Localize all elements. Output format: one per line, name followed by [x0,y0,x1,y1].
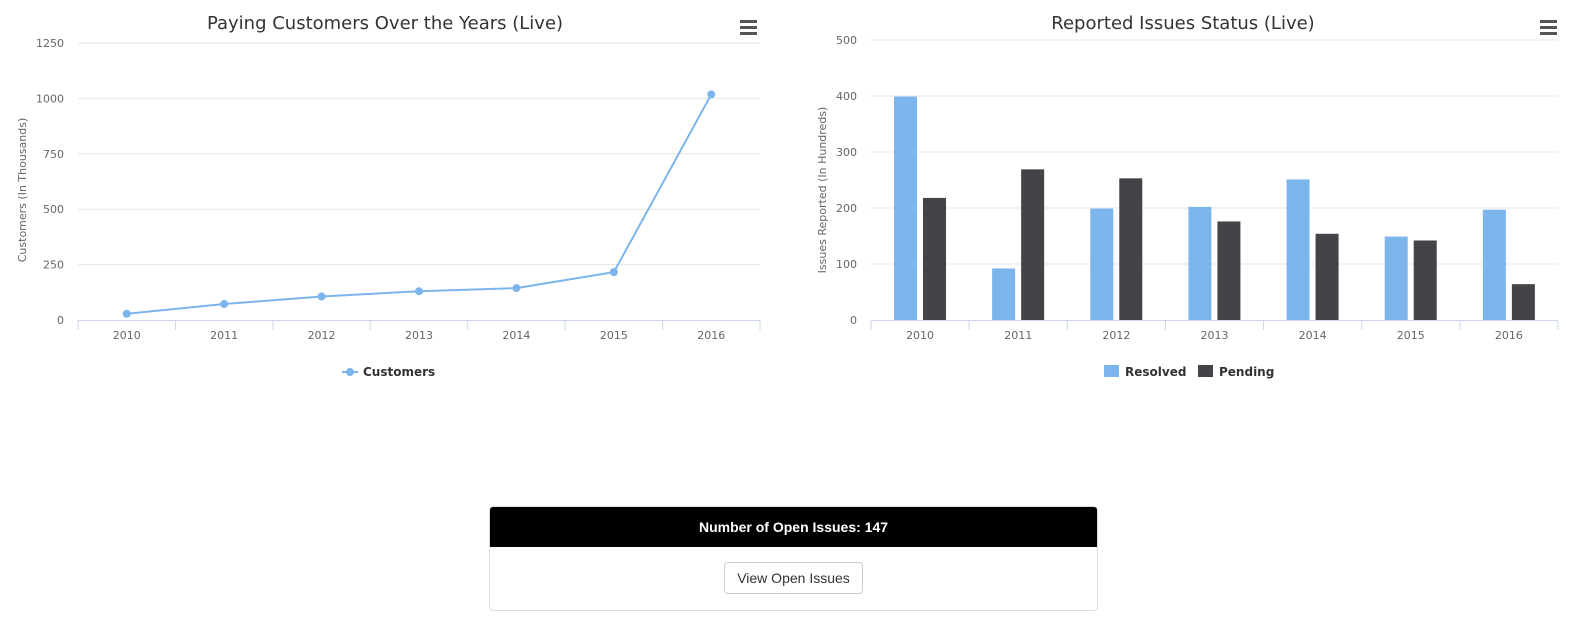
chart-title: Reported Issues Status (Live) [1051,13,1314,34]
legend-item-customers[interactable]: Customers [342,365,435,379]
bar-resolved[interactable] [894,96,917,320]
x-tick-label: 2016 [1495,329,1523,342]
open-issues-heading: Number of Open Issues: 147 [490,507,1097,547]
open-issues-panel: Number of Open Issues: 147 View Open Iss… [489,506,1098,611]
data-point[interactable] [609,268,618,277]
bar-pending[interactable] [923,197,946,320]
y-tick-label: 400 [836,90,857,103]
y-tick-label: 1250 [36,37,64,50]
x-tick-label: 2016 [697,329,725,342]
bar-resolved[interactable] [1188,206,1212,320]
legend-item-pending[interactable]: Pending [1198,365,1274,379]
bar-resolved[interactable] [1286,179,1310,320]
x-tick-label: 2010 [113,329,141,342]
legend-label: Resolved [1125,365,1186,379]
series-line-customers [126,93,713,315]
customers-line-chart: Paying Customers Over the Years (Live) C… [16,13,761,379]
y-tick-label: 500 [836,34,857,47]
data-point[interactable] [512,284,521,293]
y-tick-label: 1000 [36,92,64,105]
data-point[interactable] [317,292,326,301]
issues-bar-chart: Reported Issues Status (Live) Issues Rep… [816,13,1559,379]
view-open-issues-button[interactable]: View Open Issues [724,562,863,594]
panel-body: View Open Issues [490,547,1097,594]
x-tick-label: 2013 [405,329,433,342]
x-tick-label: 2014 [502,329,530,342]
y-tick-label: 250 [43,259,64,272]
x-tick-label: 2010 [906,329,934,342]
data-point[interactable] [122,309,131,318]
chart-title: Paying Customers Over the Years (Live) [207,13,563,34]
bar-pending[interactable] [1021,169,1045,320]
y-tick-label: 0 [57,314,64,327]
y-tick-label: 300 [836,146,857,159]
legend-swatch [1104,365,1119,377]
y-tick-label: 0 [850,314,857,327]
y-axis-title: Issues Reported (In Hundreds) [816,107,829,274]
y-tick-label: 200 [836,202,857,215]
legend-label: Customers [363,365,435,379]
x-tick-label: 2013 [1201,329,1229,342]
bar-pending[interactable] [1217,221,1241,320]
y-tick-label: 750 [43,148,64,161]
chart-menu-icon[interactable] [740,20,757,35]
x-tick-label: 2011 [210,329,238,342]
y-axis-title: Customers (In Thousands) [16,118,29,263]
legend-item-resolved[interactable]: Resolved [1104,365,1186,379]
x-tick-label: 2012 [1102,329,1130,342]
x-tick-label: 2011 [1004,329,1032,342]
bar-pending[interactable] [1413,240,1437,320]
legend-swatch [1198,365,1213,377]
data-point[interactable] [415,287,423,296]
data-point[interactable] [707,90,716,99]
bar-resolved[interactable] [1482,209,1506,320]
x-tick-label: 2015 [1397,329,1425,342]
x-tick-label: 2015 [600,329,628,342]
bar-resolved[interactable] [992,268,1016,320]
data-point[interactable] [220,300,229,309]
bar-pending[interactable] [1315,233,1339,320]
bar-pending[interactable] [1119,178,1143,320]
x-tick-label: 2012 [308,329,336,342]
y-tick-label: 100 [836,258,857,271]
y-tick-label: 500 [43,203,64,216]
bar-resolved[interactable] [1090,208,1114,320]
bar-resolved[interactable] [1384,236,1408,320]
chart-menu-icon[interactable] [1540,20,1557,35]
x-tick-label: 2014 [1299,329,1327,342]
legend-label: Pending [1219,365,1274,379]
legend-marker [346,368,354,376]
bar-pending[interactable] [1511,284,1535,320]
